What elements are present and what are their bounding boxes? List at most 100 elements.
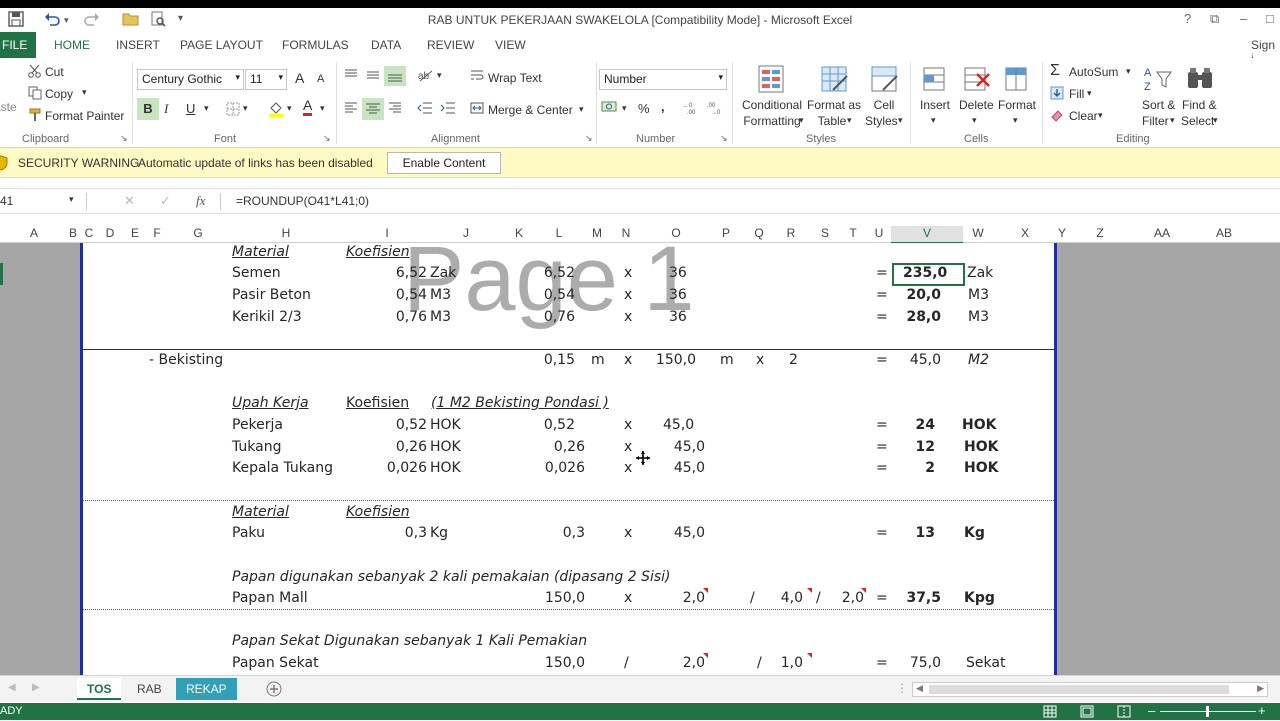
column-header[interactable]: E <box>127 226 143 240</box>
sort-filter-label-2[interactable]: Filter <box>1142 114 1169 128</box>
cell-r[interactable]: 4,0 <box>763 590 803 606</box>
align-bottom-icon[interactable] <box>384 66 406 86</box>
column-header[interactable]: J <box>459 226 473 240</box>
cell-l[interactable]: 0,26 <box>533 439 585 455</box>
cell-item-name[interactable]: Tukang <box>232 439 282 455</box>
cell-coefficient[interactable]: 0,3 <box>383 525 427 541</box>
cell-o[interactable]: 2,0 <box>663 655 705 671</box>
cell-equals[interactable]: = <box>876 525 888 541</box>
cell-w-unit[interactable]: Kpg <box>964 590 995 606</box>
borders-icon[interactable] <box>226 102 240 119</box>
ribbon-display-button[interactable]: ⧉ <box>1210 11 1219 27</box>
column-header[interactable]: H <box>278 226 294 240</box>
cancel-entry-icon[interactable]: ✕ <box>124 193 135 209</box>
cell-o[interactable]: 45,0 <box>663 417 694 433</box>
cell-item-name[interactable]: Papan Sekat <box>232 655 319 671</box>
cell-w-unit[interactable]: HOK <box>962 417 996 433</box>
cell-r[interactable]: 2 <box>789 352 798 368</box>
cell-operator[interactable]: x <box>624 525 632 541</box>
column-header[interactable]: AB <box>1212 226 1236 240</box>
column-header[interactable]: N <box>618 226 634 240</box>
column-header[interactable]: B <box>66 226 80 240</box>
cell-w-unit[interactable]: Zak <box>967 265 993 281</box>
sheet-tab-tos[interactable]: TOS <box>77 678 122 700</box>
cell-l[interactable]: 150,0 <box>533 590 585 606</box>
tab-home[interactable]: HOME <box>54 38 90 52</box>
cell-v-result[interactable]: 13 <box>903 525 935 541</box>
column-header[interactable]: O <box>668 226 684 240</box>
cell-v-result[interactable]: 20,0 <box>903 287 941 303</box>
autosum-button[interactable]: AutoSum <box>1069 65 1118 79</box>
cell-o[interactable]: 45,0 <box>663 439 705 455</box>
cell-r[interactable]: 1,0 <box>763 655 803 671</box>
font-name-select[interactable]: Century Gothic ▾ <box>137 69 244 90</box>
font-color-dropdown-icon[interactable]: ▾ <box>320 103 325 114</box>
cell-unit[interactable]: HOK <box>430 460 461 476</box>
column-header[interactable]: AA <box>1150 226 1174 240</box>
align-center-icon[interactable] <box>362 98 384 120</box>
column-header[interactable]: F <box>149 226 165 240</box>
cell-equals[interactable]: = <box>876 460 888 476</box>
bold-button[interactable]: B <box>137 98 159 120</box>
cell-coefficient[interactable]: 0,52 <box>383 417 427 433</box>
clipboard-launcher-icon[interactable]: ↘ <box>120 133 128 144</box>
fill-color-icon[interactable] <box>268 100 284 121</box>
name-box-dropdown-icon[interactable]: ▾ <box>69 194 74 205</box>
column-header[interactable]: T <box>845 226 861 240</box>
column-header[interactable]: L <box>552 226 566 240</box>
sheet-tab-rab[interactable]: RAB <box>127 678 172 700</box>
comment-indicator[interactable] <box>861 588 866 593</box>
tab-view[interactable]: VIEW <box>495 38 526 52</box>
comment-indicator[interactable] <box>807 588 812 593</box>
column-header[interactable]: I <box>380 226 394 240</box>
fill-button[interactable]: Fill <box>1069 87 1084 101</box>
page-break-view-icon[interactable] <box>1117 705 1131 721</box>
currency-dropdown-icon[interactable]: ▾ <box>622 103 627 114</box>
cell-m[interactable]: m <box>591 352 605 368</box>
column-header[interactable]: C <box>82 226 96 240</box>
cell-w-unit[interactable]: HOK <box>964 439 998 455</box>
cell-v-result[interactable]: 2 <box>903 460 935 476</box>
increase-indent-icon[interactable] <box>440 102 456 117</box>
column-header[interactable]: M <box>588 226 606 240</box>
cell-operator[interactable]: x <box>624 287 632 303</box>
increase-decimal-icon[interactable]: ←0.00 <box>683 101 701 118</box>
column-header[interactable]: K <box>511 226 527 240</box>
column-header[interactable]: D <box>102 226 118 240</box>
cell-operator[interactable]: / <box>624 655 629 671</box>
cell-unit[interactable]: HOK <box>430 417 461 433</box>
find-select-label-2[interactable]: Select <box>1181 114 1214 128</box>
page-layout-sheet[interactable]: Page 1 Material Koefisien Semen 6,52 Zak… <box>80 243 1057 675</box>
cell-operator[interactable]: x <box>624 265 632 281</box>
cell-operator[interactable]: x <box>624 460 632 476</box>
cell-l[interactable]: 0,76 <box>523 309 575 325</box>
cell-l[interactable]: 0,15 <box>523 352 575 368</box>
cell-operator[interactable]: x <box>624 417 632 433</box>
cell-w-unit[interactable]: Kg <box>964 525 985 541</box>
sheet-tab-rekap[interactable]: REKAP <box>176 678 237 700</box>
cell-item-name[interactable]: - Bekisting <box>149 352 223 368</box>
cell-operator[interactable]: / <box>816 590 821 606</box>
decrease-indent-icon[interactable] <box>417 102 433 117</box>
worksheet-area[interactable]: Page 1 Material Koefisien Semen 6,52 Zak… <box>0 243 1280 675</box>
column-header[interactable]: Q <box>751 226 767 240</box>
cell-t[interactable]: 2,0 <box>823 590 864 606</box>
autosum-dropdown-icon[interactable]: ▾ <box>1126 66 1131 77</box>
name-box[interactable]: 41 <box>0 194 13 208</box>
scroll-right-icon[interactable]: ▶ <box>1257 683 1264 694</box>
cell-w-unit[interactable]: M2 <box>968 352 989 368</box>
cell-v-result[interactable]: 12 <box>903 439 935 455</box>
cell-o[interactable]: 150,0 <box>643 352 696 368</box>
cell-item-name[interactable]: Pekerja <box>232 417 283 433</box>
cell-item-name[interactable]: Papan Mall <box>232 590 308 606</box>
cell-l[interactable]: 0,52 <box>523 417 575 433</box>
cell-coefficient[interactable]: 0,54 <box>383 287 427 303</box>
cell-v-result[interactable]: 28,0 <box>903 309 941 325</box>
file-tab[interactable]: FILE <box>0 32 36 58</box>
enable-content-button[interactable]: Enable Content <box>387 152 501 174</box>
cell-v-result[interactable]: 24 <box>903 417 935 433</box>
shrink-font-button[interactable]: A <box>317 73 324 85</box>
column-header[interactable]: P <box>718 226 734 240</box>
conditional-formatting-label-2[interactable]: Formatting <box>737 114 807 128</box>
clear-button[interactable]: Clear <box>1069 109 1098 123</box>
